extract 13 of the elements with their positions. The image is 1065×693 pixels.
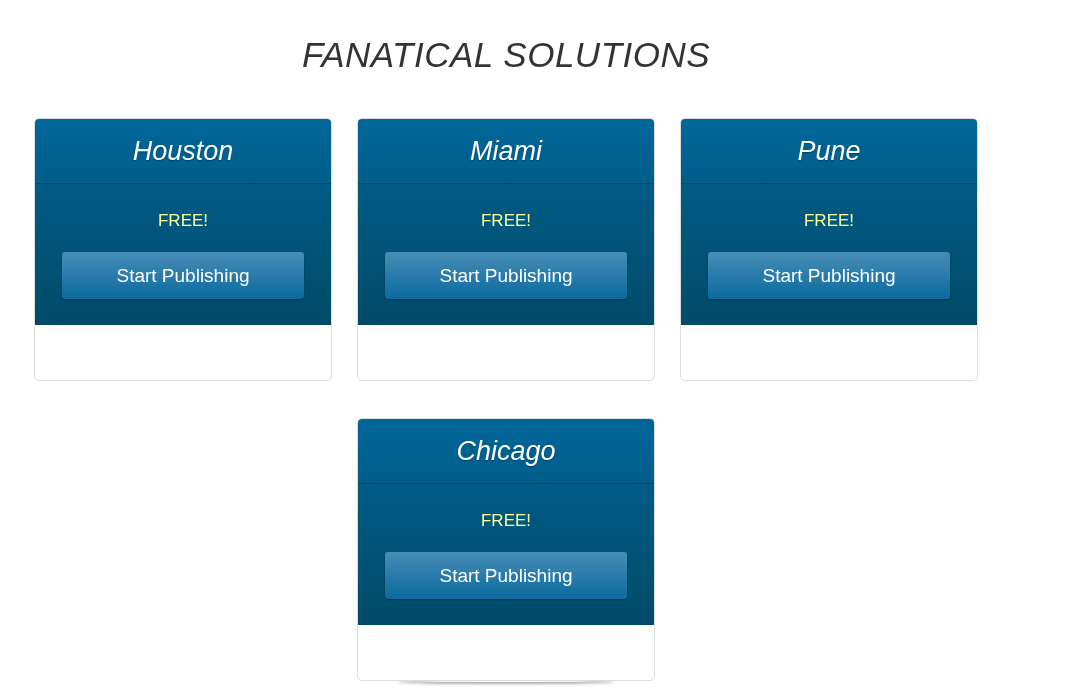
price-label: FREE! <box>480 211 532 231</box>
price-label: FREE! <box>803 211 855 231</box>
page-title: FANATICAL SOLUTIONS <box>300 34 712 76</box>
city-name: Pune <box>797 135 861 167</box>
start-publishing-button[interactable]: Start Publishing <box>708 252 950 299</box>
start-publishing-button[interactable]: Start Publishing <box>62 252 304 299</box>
start-publishing-button[interactable]: Start Publishing <box>385 252 627 299</box>
city-name: Chicago <box>456 435 556 467</box>
start-publishing-button[interactable]: Start Publishing <box>385 552 627 599</box>
city-name: Miami <box>470 135 542 167</box>
city-name: Houston <box>132 135 234 167</box>
price-label: FREE! <box>480 511 532 531</box>
price-label: FREE! <box>157 211 209 231</box>
